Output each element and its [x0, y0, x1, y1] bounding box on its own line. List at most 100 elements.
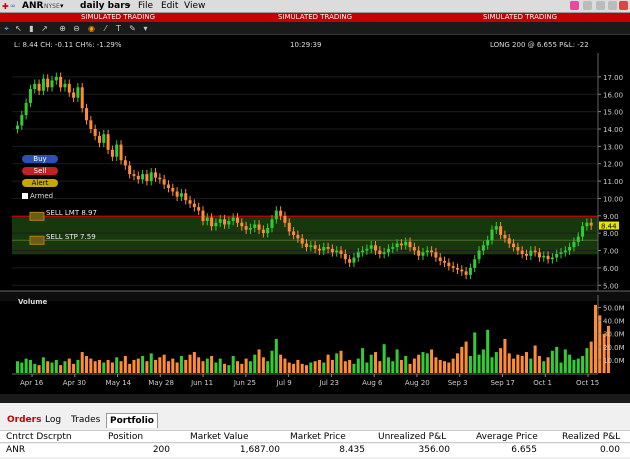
- candle-body: [361, 250, 365, 253]
- volume-bar: [369, 354, 373, 373]
- volume-bar: [464, 341, 468, 373]
- volume-bar: [434, 357, 438, 373]
- volume-bar: [248, 361, 252, 373]
- volume-bar: [128, 363, 132, 373]
- col-market-value[interactable]: Market Value: [190, 431, 249, 444]
- candle-body: [37, 83, 41, 91]
- col-position[interactable]: Position: [108, 431, 143, 444]
- candle-body: [85, 108, 89, 121]
- text-tool-icon[interactable]: T: [114, 24, 123, 33]
- candle-body: [464, 271, 468, 275]
- table-row[interactable]: ANR 200 1,687.00 8.435 356.00 6.655 0.00: [0, 444, 630, 457]
- volume-bar: [93, 361, 97, 373]
- volume-bar: [201, 361, 205, 373]
- chart-scrollbar[interactable]: [0, 394, 630, 403]
- symbol-label[interactable]: ANR: [22, 1, 43, 12]
- candle-body: [490, 229, 494, 241]
- cell-average-price: 6.655: [511, 445, 537, 455]
- tab-trades[interactable]: Trades: [68, 413, 103, 428]
- candle-body: [399, 243, 403, 246]
- last-price-label: 8.44: [601, 223, 617, 231]
- tab-log[interactable]: Log: [42, 413, 64, 428]
- volume-bar: [322, 362, 326, 373]
- x-axis-label: Aug 6: [362, 379, 383, 387]
- candle-body: [235, 217, 240, 223]
- candle-body: [486, 240, 490, 246]
- volume-bar: [115, 357, 119, 373]
- link-color-icon[interactable]: [570, 1, 579, 10]
- candle-body: [132, 174, 136, 176]
- sell-button[interactable]: Sell: [22, 167, 58, 175]
- buy-button[interactable]: Buy: [22, 155, 58, 163]
- alert-button[interactable]: Alert: [22, 179, 58, 187]
- bar-type-dropdown-icon[interactable]: ▾: [127, 1, 131, 12]
- sell-limit-label[interactable]: SELL LMT 8.97: [46, 209, 97, 217]
- volume-bar: [455, 353, 459, 373]
- volume-bar: [132, 359, 136, 373]
- candle-body: [313, 245, 317, 249]
- col-average-price[interactable]: Average Price: [476, 431, 538, 444]
- volume-bar: [330, 359, 334, 373]
- trendline-icon[interactable]: ⁄: [101, 24, 110, 33]
- candle-body: [507, 238, 511, 244]
- price-chart[interactable]: 17.00 16.00 15.00 14.00 13.00 12.00 11.00 10.00…: [0, 35, 630, 394]
- candle-body: [80, 87, 84, 109]
- link-icon[interactable]: ∞: [10, 1, 16, 12]
- zoom-out-icon[interactable]: ⊖: [72, 24, 81, 33]
- price-axis-label: 11.00: [603, 178, 623, 186]
- portfolio-header-row: Cntrct Dscrptn Position Market Value Mar…: [0, 430, 630, 443]
- candle-body: [158, 177, 162, 180]
- armed-checkbox-box[interactable]: [22, 193, 28, 199]
- volume-bar: [210, 355, 214, 373]
- col-market-price[interactable]: Market Price: [290, 431, 346, 444]
- maximize-icon[interactable]: [608, 1, 617, 10]
- crosshair-icon[interactable]: ⌖: [2, 24, 11, 33]
- tab-orders[interactable]: Orders: [4, 413, 44, 428]
- menu-file[interactable]: File: [138, 1, 153, 12]
- volume-bar: [339, 350, 343, 373]
- zoom-in-icon[interactable]: ⊕: [58, 24, 67, 33]
- symbol-dropdown-icon[interactable]: ▾: [60, 1, 64, 12]
- draw-icon[interactable]: ✎: [128, 24, 137, 33]
- armed-checkbox[interactable]: Armed: [22, 192, 53, 200]
- volume-bar: [145, 361, 149, 373]
- volume-bar: [283, 358, 287, 373]
- bar-type-selector[interactable]: daily bars: [80, 1, 130, 12]
- volume-bar: [166, 361, 170, 373]
- candle-body: [128, 165, 132, 175]
- menu-view[interactable]: View: [184, 1, 205, 12]
- bar-chart-icon[interactable]: ▮: [27, 24, 36, 33]
- volume-bar: [184, 359, 188, 373]
- x-axis-label: Jul 23: [318, 379, 339, 387]
- volume-bar: [300, 363, 304, 373]
- tab-portfolio[interactable]: Portfolio: [106, 413, 158, 428]
- cell-contract: ANR: [6, 445, 26, 455]
- candle-body: [279, 210, 283, 216]
- x-axis-label: Oct 15: [576, 379, 599, 387]
- price-axis-label: 6.00: [603, 265, 619, 273]
- volume-bar: [594, 304, 598, 373]
- tools-dropdown-icon[interactable]: ▾: [141, 24, 150, 33]
- volume-bar: [447, 362, 451, 373]
- volume-bar: [391, 361, 395, 373]
- close-icon[interactable]: [619, 1, 628, 10]
- volume-bar: [110, 362, 114, 373]
- target-icon[interactable]: ◉: [87, 24, 96, 33]
- pointer-icon[interactable]: ↗: [40, 24, 49, 33]
- volume-bar: [421, 352, 425, 373]
- lock-icon[interactable]: [583, 1, 592, 10]
- cursor-icon[interactable]: ↖: [14, 24, 23, 33]
- menu-edit[interactable]: Edit: [161, 1, 178, 12]
- volume-bar: [378, 361, 382, 373]
- volume-bar: [309, 362, 313, 373]
- col-unrealized-pnl[interactable]: Unrealized P&L: [378, 431, 446, 444]
- col-contract[interactable]: Cntrct Dscrptn: [6, 431, 72, 444]
- volume-bar: [529, 358, 533, 373]
- volume-bar: [443, 361, 447, 373]
- minimize-icon[interactable]: [596, 1, 605, 10]
- sell-stop-label[interactable]: SELL STP 7.59: [46, 233, 96, 241]
- volume-bar: [188, 354, 192, 373]
- volume-bar: [24, 358, 28, 373]
- volume-bar: [223, 363, 227, 373]
- col-realized-pnl[interactable]: Realized P&L: [562, 431, 620, 444]
